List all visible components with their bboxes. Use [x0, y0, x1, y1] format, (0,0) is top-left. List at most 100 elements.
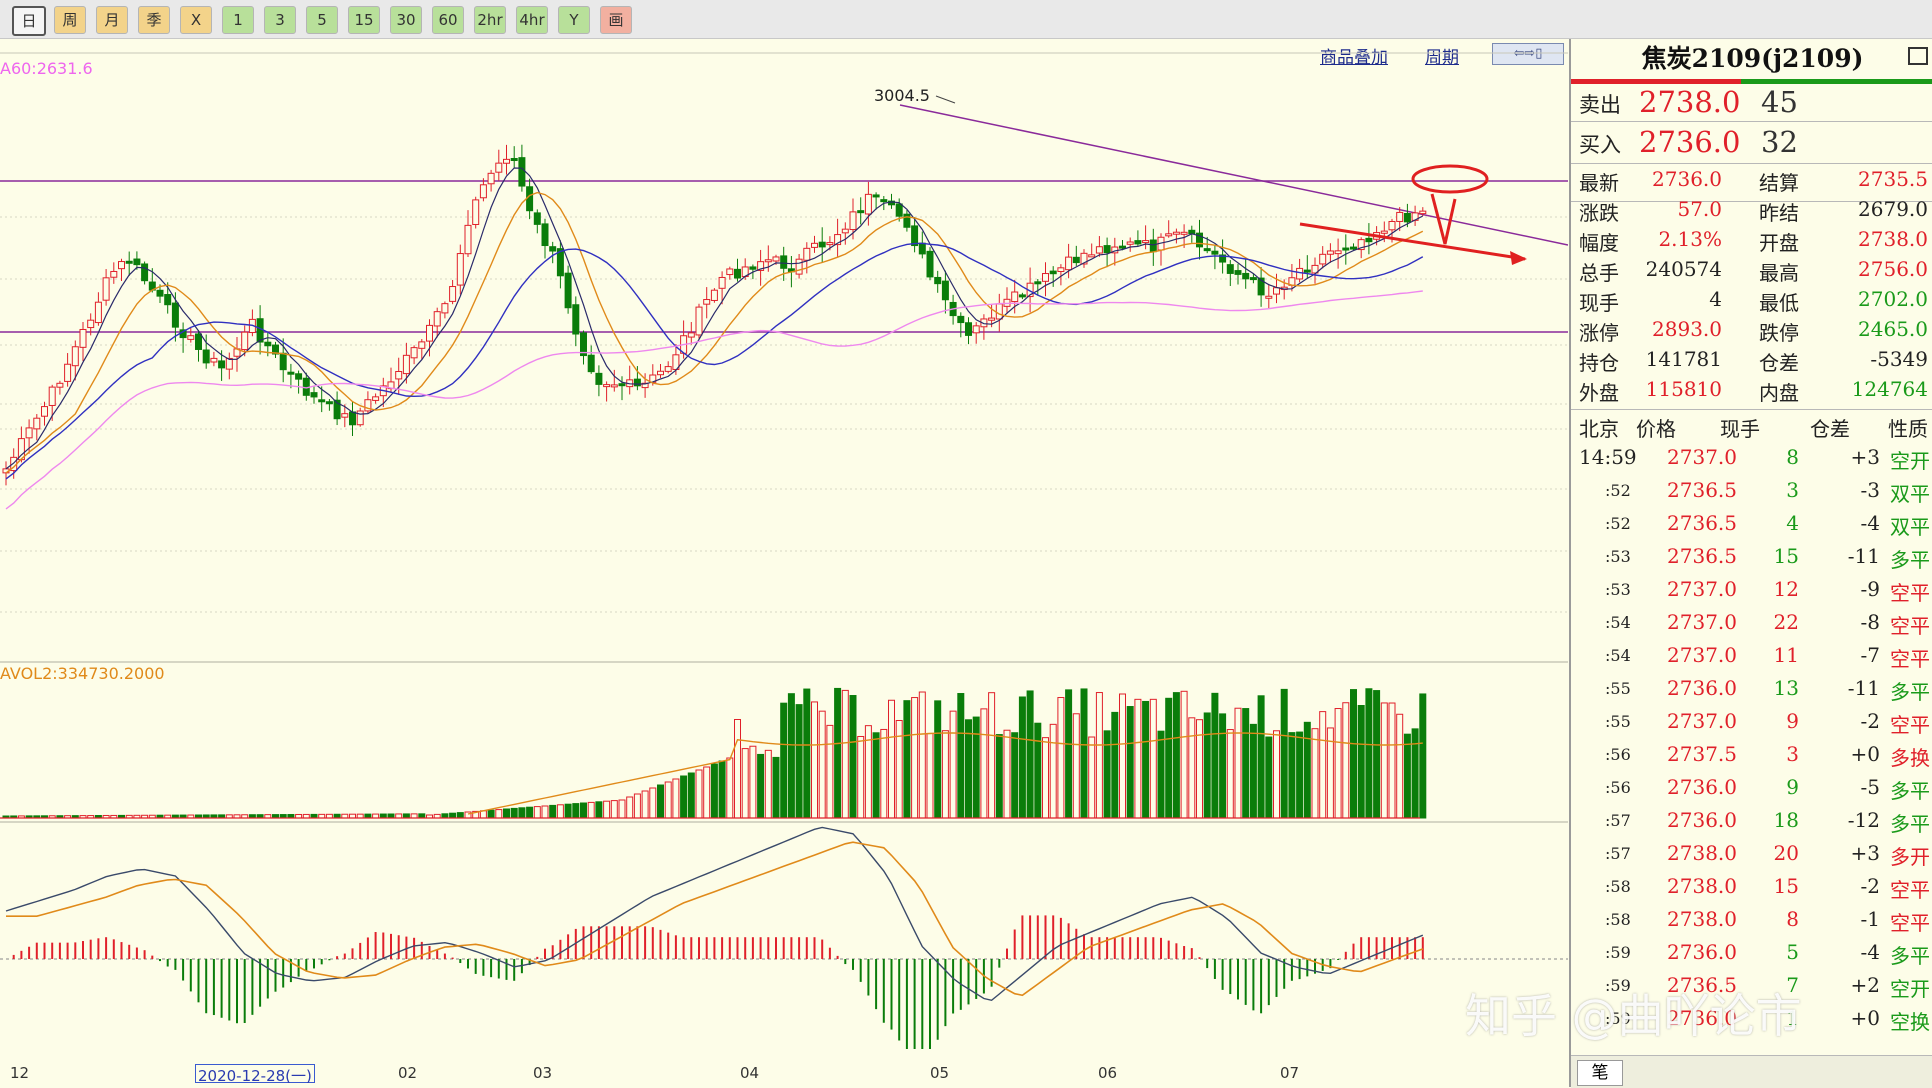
candle-body: [1265, 295, 1273, 299]
volume-bar: [965, 719, 972, 819]
maximize-icon[interactable]: [1908, 47, 1928, 65]
period-button[interactable]: X: [180, 6, 212, 34]
candle-body: [479, 184, 487, 199]
candle-body: [1149, 239, 1157, 253]
volume-bar: [780, 702, 788, 819]
kline-chart-area[interactable]: 商品叠加 周期 ⇦⇨▯ A60:2631.6 AVOL2:334730.2000…: [0, 39, 1568, 1087]
divider: [1571, 121, 1932, 122]
tick-volume: 18: [1773, 808, 1799, 832]
volume-bar: [972, 716, 980, 819]
tick-volume: 9: [1786, 775, 1799, 799]
volume-bar: [680, 775, 688, 819]
period-button[interactable]: 4hr: [516, 6, 548, 34]
candle-body: [1388, 220, 1396, 231]
period-button[interactable]: Y: [558, 6, 590, 34]
crosshair-date-label: 2020-12-28(一): [195, 1064, 315, 1085]
tick-nature: 空平: [1890, 614, 1930, 638]
volume-bar: [487, 809, 495, 819]
volume-bar: [941, 730, 949, 819]
stat-value: 2756.0: [1858, 257, 1928, 281]
tick-oi-change: -12: [1847, 808, 1880, 832]
volume-bar: [1057, 697, 1065, 819]
volume-bar: [1419, 693, 1427, 819]
tick-oi-change: +0: [1850, 1006, 1880, 1030]
volume-bar: [795, 704, 803, 819]
volume-bar: [626, 796, 634, 819]
candle-body: [402, 354, 410, 375]
candle-body: [1203, 248, 1211, 252]
volume-bar: [595, 801, 603, 819]
tick-time: :54: [1605, 646, 1631, 665]
volume-bar: [664, 781, 672, 819]
tick-tab[interactable]: 笔: [1577, 1060, 1623, 1086]
tick-time: :53: [1605, 580, 1631, 599]
period-button[interactable]: 30: [390, 6, 422, 34]
volume-bar: [687, 772, 695, 819]
candle-body: [849, 211, 857, 231]
volume-bar: [456, 812, 464, 819]
volume-bar: [1026, 690, 1034, 819]
tick-nature: 多平: [1890, 779, 1930, 803]
candle-body: [857, 210, 865, 214]
period-button[interactable]: 周: [54, 6, 86, 34]
candle-body: [995, 303, 1003, 320]
candle-body: [156, 289, 164, 297]
period-button[interactable]: 画: [600, 6, 632, 34]
volume-bar: [495, 809, 503, 819]
stat-value: 2738.0: [1858, 227, 1928, 251]
stat-value: 2679.0: [1858, 197, 1928, 221]
candle-body: [633, 378, 641, 387]
period-button[interactable]: 日: [12, 6, 46, 36]
volume-bar: [657, 784, 664, 819]
period-button[interactable]: 2hr: [474, 6, 506, 34]
tick-oi-change: -5: [1860, 775, 1880, 799]
volume-bar: [641, 790, 649, 819]
period-button[interactable]: 月: [96, 6, 128, 34]
tick-time: :52: [1605, 481, 1631, 500]
volume-bar: [1111, 711, 1119, 819]
period-button[interactable]: 5: [306, 6, 338, 34]
stat-label: 最低: [1759, 291, 1799, 315]
tick-nature: 空开: [1890, 977, 1930, 1001]
volume-bar: [849, 695, 857, 819]
period-toolbar: 日周月季 X 1 3 5 15 30 60 2hr 4hr Y 画: [0, 0, 1932, 39]
tick-volume: 8: [1786, 445, 1799, 469]
volume-bar: [503, 808, 510, 819]
tick-nature: 空平: [1890, 581, 1930, 605]
candle-body: [695, 306, 703, 336]
tick-nature: 空开: [1890, 449, 1930, 473]
period-button[interactable]: 1: [222, 6, 254, 34]
date-tick: 07: [1280, 1064, 1300, 1082]
candle-body: [1396, 211, 1404, 222]
tick-oi-change: -11: [1847, 676, 1880, 700]
volume-bar: [811, 701, 818, 819]
candle-body: [1211, 250, 1219, 255]
volume-bar: [703, 766, 711, 819]
candle-body: [772, 256, 780, 262]
period-button[interactable]: 季: [138, 6, 170, 34]
candle-body: [1057, 267, 1065, 272]
period-button[interactable]: 3: [264, 6, 296, 34]
candle-body: [395, 370, 403, 380]
stat-value: 4: [1709, 287, 1722, 311]
candle-body: [1234, 270, 1242, 275]
tick-oi-change: +2: [1850, 973, 1880, 997]
volume-bar: [1357, 705, 1365, 819]
tick-time: :57: [1605, 844, 1631, 863]
volume-bar: [1042, 737, 1049, 819]
candle-body: [1249, 277, 1257, 281]
candle-body: [1072, 256, 1080, 264]
stat-value: 2702.0: [1858, 287, 1928, 311]
candle-body: [880, 199, 888, 203]
period-button[interactable]: 15: [348, 6, 380, 34]
stat-row: 外盘 115810 内盘 124764: [1571, 377, 1932, 407]
volume-bar: [1319, 711, 1327, 819]
volume-bar: [726, 757, 734, 819]
buy-qty: 32: [1761, 125, 1798, 159]
period-button[interactable]: 60: [432, 6, 464, 34]
stat-label: 现手: [1579, 291, 1619, 315]
tick-volume: 22: [1773, 610, 1799, 634]
candlestick-chart[interactable]: 3004.5: [0, 39, 1568, 1049]
tick-nature: 多开: [1890, 845, 1930, 869]
candle-body: [418, 341, 426, 349]
